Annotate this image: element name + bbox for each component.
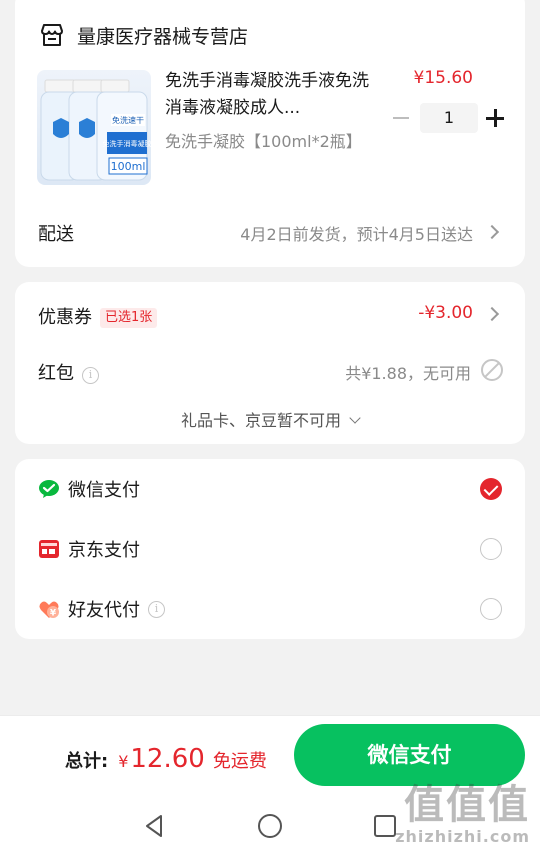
- payment-option-label: 微信支付: [68, 480, 140, 501]
- image-volume: 100ml: [111, 160, 146, 173]
- sanitizer-bottles-image: 免洗速干 免洗手消毒凝胶 100ml: [40, 79, 152, 181]
- watermark-logo: 值值值: [404, 782, 530, 828]
- watermark-url: zhizhizhi.com: [395, 827, 530, 846]
- payment-option-label: 京东支付: [68, 540, 140, 561]
- wechat-pay-icon: [39, 480, 59, 498]
- shipping-note: 免运费: [212, 751, 267, 772]
- radio-checked-icon[interactable]: [480, 478, 502, 500]
- checkout-bar: 总计: ¥ 12.60 免运费 微信支付 值值值 zhizhizhi.com: [0, 715, 540, 854]
- plus-icon[interactable]: [484, 107, 506, 129]
- product-title[interactable]: 免洗手消毒凝胶洗手液免洗消毒液凝胶成人...: [165, 68, 375, 122]
- payment-option-label: 好友代付: [68, 600, 140, 621]
- watermark: 值值值 zhizhizhi.com: [395, 783, 530, 846]
- chevron-right-icon: [484, 306, 500, 322]
- total-currency: ¥: [118, 752, 129, 771]
- info-icon[interactable]: i: [148, 600, 165, 618]
- delivery-label: 配送: [38, 224, 74, 245]
- delivery-value: 4月2日前发货，预计4月5日送达: [240, 225, 473, 244]
- payment-option-jd[interactable]: 京东支付: [38, 534, 502, 564]
- chevron-down-icon: [349, 412, 361, 424]
- shop-header[interactable]: 量康医疗器械专营店: [39, 20, 248, 50]
- payment-option-friend[interactable]: ¥ 好友代付 i: [38, 594, 502, 624]
- gift-card-row[interactable]: 礼品卡、京豆暂不可用: [15, 407, 525, 431]
- image-label-top: 免洗速干: [112, 115, 144, 125]
- store-icon: [41, 24, 63, 46]
- chevron-right-icon: [484, 224, 500, 240]
- quantity-value[interactable]: 1: [420, 103, 478, 133]
- gift-card-label: 礼品卡、京豆暂不可用: [180, 411, 341, 430]
- red-packet-value: 共¥1.88，无可用: [345, 364, 471, 383]
- recents-icon[interactable]: [372, 813, 398, 839]
- radio-unchecked-icon[interactable]: [480, 598, 502, 620]
- info-icon[interactable]: i: [82, 367, 99, 384]
- wechat-pay-button[interactable]: 微信支付: [294, 724, 525, 786]
- order-total: 总计: ¥ 12.60 免运费: [65, 744, 267, 774]
- total-amount: 12.60: [130, 744, 205, 774]
- total-label: 总计:: [65, 751, 109, 772]
- payment-option-wechat[interactable]: 微信支付: [38, 474, 502, 504]
- radio-unchecked-icon[interactable]: [480, 538, 502, 560]
- quantity-stepper: 1: [390, 102, 506, 134]
- shop-name: 量康医疗器械专营店: [77, 25, 249, 48]
- product-spec[interactable]: 免洗手凝胶【100ml*2瓶】: [165, 130, 365, 154]
- image-label-main: 免洗手消毒凝胶: [103, 139, 152, 148]
- back-icon[interactable]: [142, 813, 168, 839]
- jd-pay-icon: [39, 540, 59, 558]
- friend-pay-icon: ¥: [39, 601, 59, 619]
- coupon-selected-badge: 已选1张: [100, 308, 158, 328]
- product-price: ¥15.60: [413, 68, 473, 88]
- discount-card: 优惠券 已选1张 -¥3.00 红包 i 共¥1.88，无可用 礼品卡、京豆暂不可用: [15, 282, 525, 444]
- home-icon[interactable]: [257, 813, 283, 839]
- red-packet-label: 红包: [38, 363, 74, 384]
- coupon-label: 优惠券: [38, 307, 92, 328]
- minus-icon[interactable]: [390, 107, 412, 129]
- svg-text:¥: ¥: [50, 609, 57, 619]
- product-image[interactable]: 免洗速干 免洗手消毒凝胶 100ml: [37, 70, 151, 185]
- unavailable-icon: [481, 359, 503, 381]
- payment-card: 微信支付 京东支付 ¥ 好友代付 i: [15, 459, 525, 639]
- coupon-value: -¥3.00: [418, 303, 473, 323]
- shop-card: 量康医疗器械专营店 免洗速干 免洗手消毒凝胶 100ml 免洗手消毒凝胶洗手液免…: [15, 0, 525, 267]
